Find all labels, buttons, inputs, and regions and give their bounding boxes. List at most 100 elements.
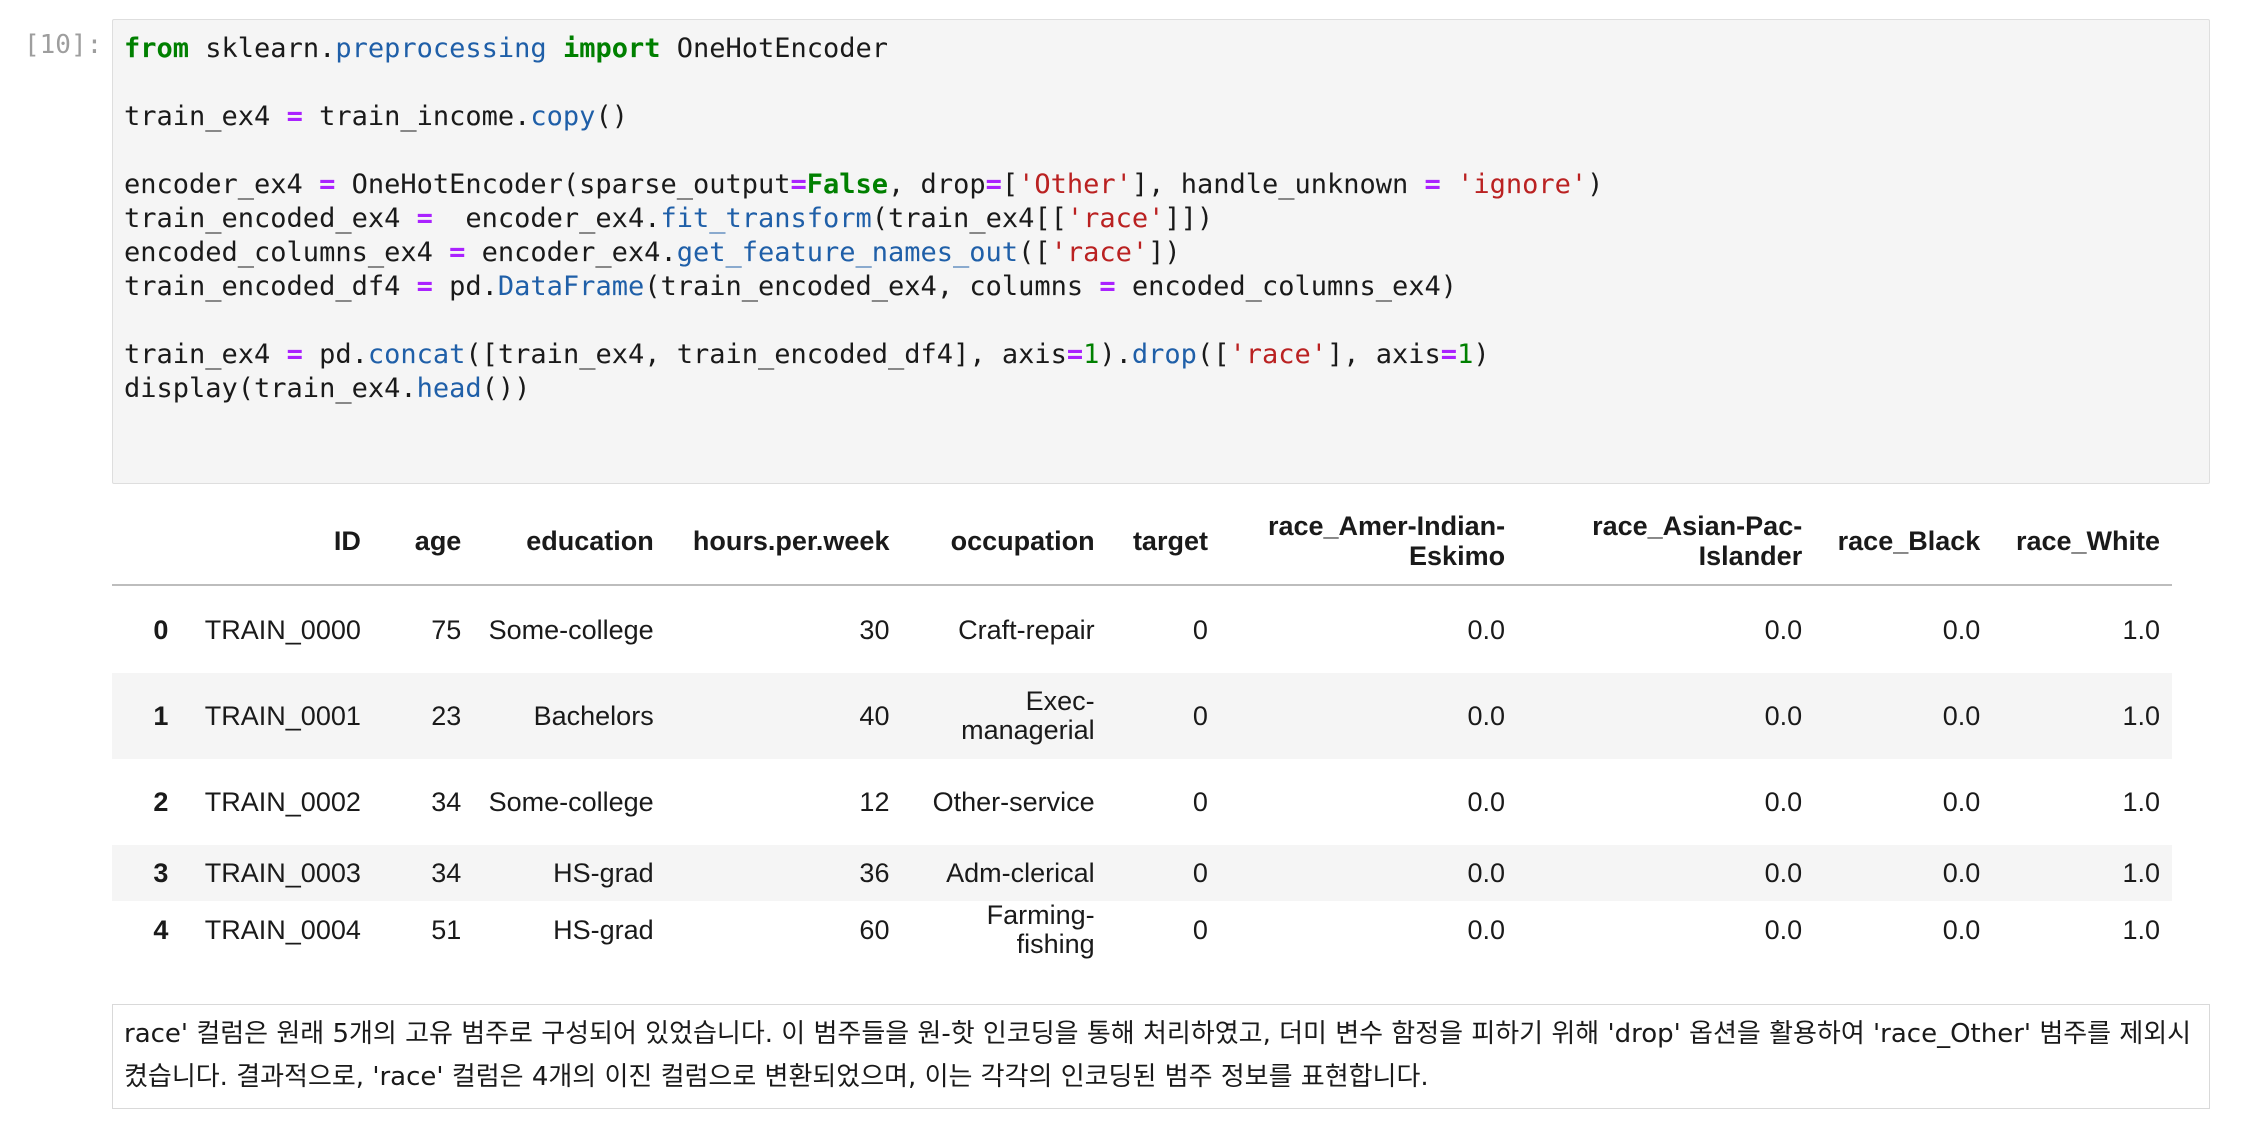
- code-token: False: [806, 169, 889, 200]
- table-cell: 1.0: [2122, 786, 2160, 817]
- table-cell: 0.0: [1467, 614, 1506, 645]
- code-line: train_ex4 = train_income.copy(): [124, 100, 1603, 134]
- code-token: train_ex4: [124, 101, 287, 132]
- cell-output-area: ID age education hours.per.week occupation ta…: [112, 498, 2172, 959]
- table-cell: Other-service: [932, 786, 1095, 817]
- code-token: =: [319, 169, 336, 200]
- row-index: 4: [153, 914, 169, 945]
- table-cell: 34: [431, 857, 462, 888]
- code-token: encoder_ex4.: [465, 237, 677, 268]
- table-cell: HS-grad: [553, 857, 654, 888]
- table-cell: 0.0: [1942, 914, 1981, 945]
- code-token: from: [124, 33, 190, 64]
- table-row: 3 TRAIN_0003 34 HS-grad 36 Adm-clerical 0 0.0 0.…: [112, 845, 2172, 901]
- table-row: 0 TRAIN_0000 75 Some-college 30 Craft-repair 0…: [112, 587, 2172, 673]
- code-token: train_income.: [302, 101, 531, 132]
- table-cell: 51: [431, 914, 462, 945]
- code-token: (train_encoded_ex4, columns: [644, 271, 1100, 302]
- code-token: get_feature_names_out: [676, 237, 1019, 268]
- column-header: race_Asian-Pac-Islander: [1517, 498, 1815, 586]
- table-cell: 1.0: [2122, 700, 2160, 731]
- table-cell: Exec-managerial: [961, 686, 1095, 745]
- table-cell: 75: [431, 614, 462, 645]
- code-token: =: [1440, 339, 1458, 370]
- code-token: ]): [1148, 237, 1181, 268]
- row-index: 1: [153, 700, 169, 731]
- code-token: ], axis: [1327, 339, 1441, 370]
- code-token: copy: [530, 101, 596, 132]
- code-token: encoded_columns_ex4): [1115, 271, 1458, 302]
- code-token: =: [1066, 339, 1084, 370]
- dataframe-table: ID age education hours.per.week occupation ta…: [112, 498, 2172, 959]
- code-token: OneHotEncoder(sparse_output: [335, 169, 791, 200]
- table-cell: 0: [1192, 700, 1208, 731]
- code-token: ()): [481, 373, 531, 404]
- row-index: 0: [153, 614, 169, 645]
- code-token: ([train_ex4, train_encoded_df4], axis: [465, 339, 1067, 370]
- code-token: =: [449, 237, 466, 268]
- table-cell: 0.0: [1467, 700, 1506, 731]
- code-token: drop: [1131, 339, 1197, 370]
- table-cell: 34: [431, 786, 462, 817]
- table-cell: HS-grad: [553, 914, 654, 945]
- cell-execution-count: [10]:: [24, 30, 103, 60]
- code-token: head: [416, 373, 482, 404]
- code-line: encoder_ex4 = OneHotEncoder(sparse_outpu…: [124, 168, 1603, 202]
- code-cell-editor[interactable]: from sklearn.preprocessing import OneHot…: [112, 19, 2210, 484]
- table-cell: 60: [859, 914, 890, 945]
- table-cell: TRAIN_0003: [204, 857, 361, 888]
- table-cell: 0.0: [1764, 786, 1803, 817]
- markdown-cell[interactable]: race' 컬럼은 원래 5개의 고유 범주로 구성되어 있었습니다. 이 범주…: [112, 1004, 2210, 1109]
- column-header: age: [372, 498, 474, 586]
- code-token: train_encoded_df4: [124, 271, 417, 302]
- table-cell: 0.0: [1764, 857, 1803, 888]
- code-token: DataFrame: [497, 271, 645, 302]
- table-body: 0 TRAIN_0000 75 Some-college 30 Craft-repair 0…: [112, 585, 2172, 959]
- table-cell: 0.0: [1942, 857, 1981, 888]
- table-cell: 23: [431, 700, 462, 731]
- table-row: 1 TRAIN_0001 23 Bachelors 40 Exec-managerial 0…: [112, 673, 2172, 759]
- code-token: 'ignore': [1457, 169, 1588, 200]
- code-line: from sklearn.preprocessing import OneHot…: [124, 32, 1603, 66]
- code-token: =: [985, 169, 1002, 200]
- code-token: display(train_ex4.: [124, 373, 417, 404]
- table-cell: 36: [859, 857, 890, 888]
- table-cell: 0: [1192, 914, 1208, 945]
- code-token: ([: [1018, 237, 1051, 268]
- code-token: (train_ex4[[: [871, 203, 1067, 234]
- table-cell: 0.0: [1764, 614, 1803, 645]
- column-header: education: [473, 498, 666, 586]
- code-token: ], handle_unknown: [1131, 169, 1425, 200]
- code-token: (): [595, 101, 628, 132]
- column-header: race_Amer-Indian-Eskimo: [1219, 498, 1518, 586]
- code-token: =: [286, 101, 303, 132]
- code-token: import: [562, 33, 661, 64]
- table-header-row: ID age education hours.per.week occupation ta…: [112, 498, 2172, 586]
- code-token: pd.: [302, 339, 368, 370]
- code-token: encoder_ex4.: [432, 203, 661, 234]
- code-token: OneHotEncoder: [660, 33, 889, 64]
- column-header: ID: [180, 498, 373, 586]
- table-cell: Some-college: [488, 614, 654, 645]
- table-cell: 0: [1192, 614, 1208, 645]
- table-cell: 0.0: [1764, 700, 1803, 731]
- code-token: 'Other': [1018, 169, 1132, 200]
- row-index: 3: [153, 857, 169, 888]
- table-cell: 0: [1192, 857, 1208, 888]
- code-token: sklearn.: [189, 33, 336, 64]
- code-token: train_ex4: [124, 339, 287, 370]
- table-cell: 0.0: [1942, 786, 1981, 817]
- table-cell: 0.0: [1942, 614, 1981, 645]
- table-cell: 12: [859, 786, 890, 817]
- code-editor-content[interactable]: from sklearn.preprocessing import OneHot…: [124, 32, 1603, 406]
- code-line: train_encoded_df4 = pd.DataFrame(train_e…: [124, 270, 1603, 304]
- table-cell: Craft-repair: [958, 614, 1095, 645]
- code-token: encoder_ex4: [124, 169, 320, 200]
- table-cell: Bachelors: [533, 700, 654, 731]
- table-cell: Adm-clerical: [946, 857, 1095, 888]
